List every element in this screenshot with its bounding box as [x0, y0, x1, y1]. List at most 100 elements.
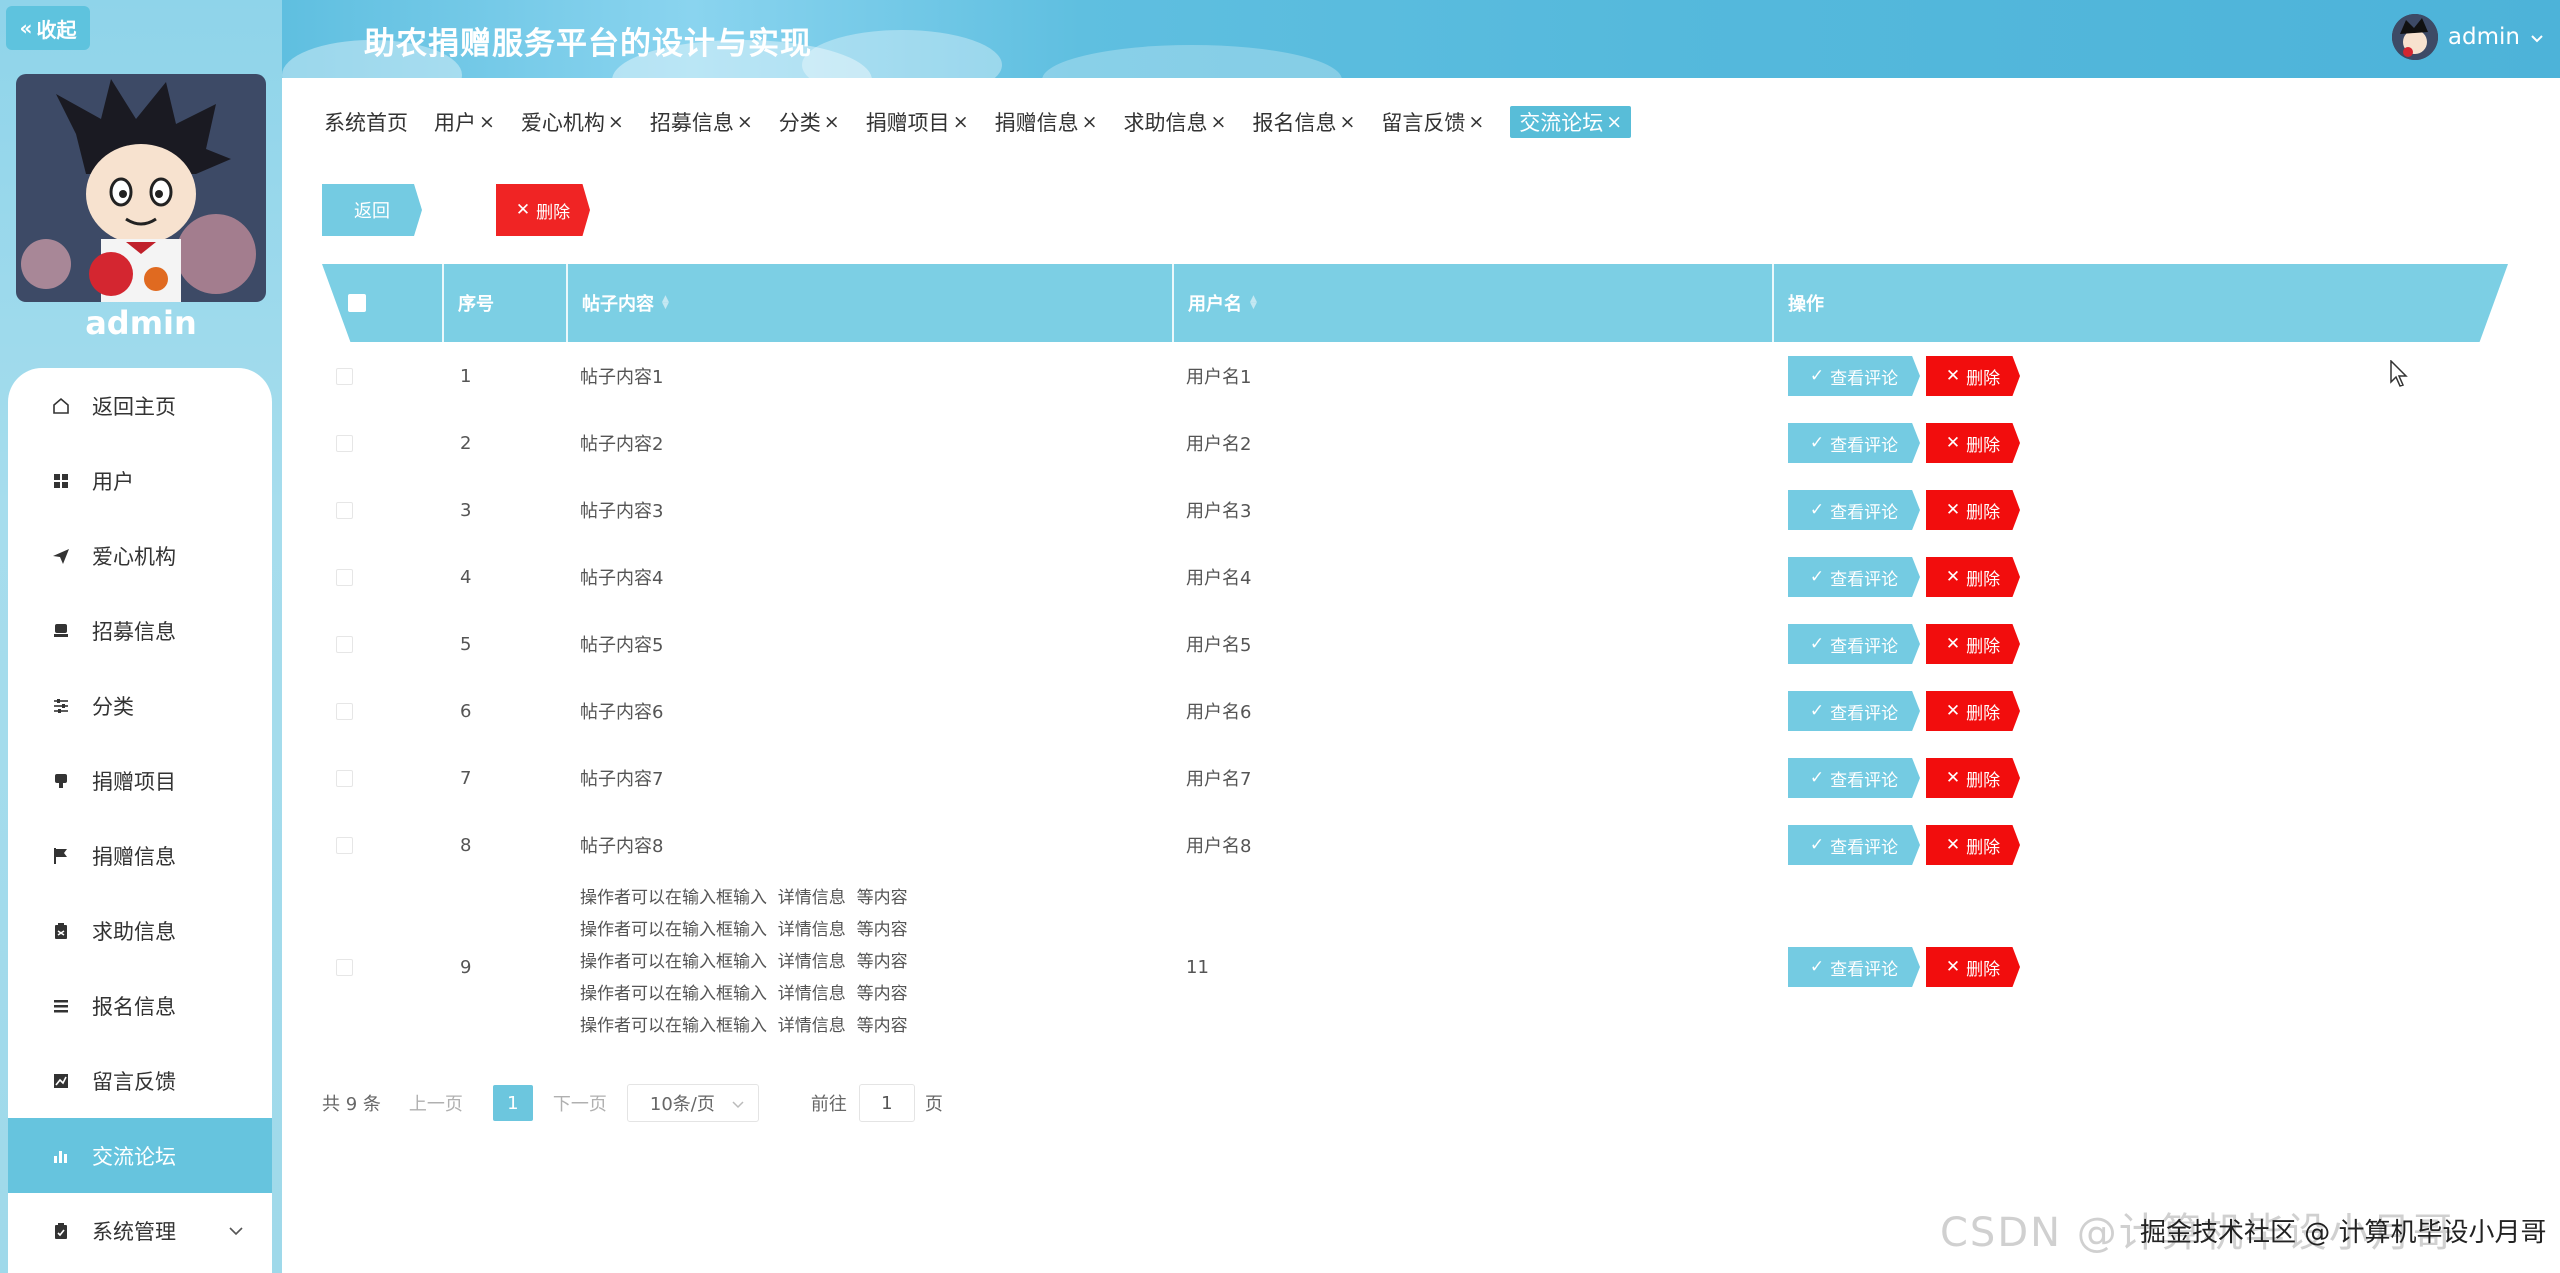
delete-button[interactable]: ✕ 删除	[1926, 947, 2020, 987]
row-checkbox[interactable]	[336, 959, 353, 976]
delete-button[interactable]: ✕ 删除	[1926, 624, 2020, 664]
row-checkbox[interactable]	[336, 636, 353, 653]
check-icon: ✓	[1809, 768, 1825, 788]
sidebar-item-label: 用户	[92, 469, 134, 494]
next-page-button[interactable]: 下一页	[553, 1090, 607, 1116]
close-icon[interactable]: ×	[1211, 111, 1227, 133]
view-comments-button[interactable]: ✓ 查看评论	[1788, 825, 1920, 865]
cell-content: 帖子内容2	[580, 434, 664, 455]
table-row: 4 帖子内容4 用户名4 ✓ 查看评论 ✕ 删除	[322, 547, 2508, 607]
sidebar-item-donation-projects[interactable]: 捐赠项目	[8, 743, 272, 818]
column-label: 序号	[458, 294, 494, 315]
select-all-checkbox[interactable]	[348, 294, 366, 312]
view-comments-label: 查看评论	[1830, 703, 1899, 724]
tab-signups[interactable]: 报名信息 ×	[1252, 106, 1355, 138]
sidebar-item-feedback[interactable]: 留言反馈	[8, 1043, 272, 1118]
page-number-button[interactable]: 1	[492, 1085, 533, 1121]
delete-button[interactable]: ✕ 删除	[1926, 356, 2020, 396]
close-icon[interactable]: ×	[1339, 111, 1355, 133]
row-checkbox[interactable]	[336, 569, 353, 586]
close-icon[interactable]: ×	[479, 111, 495, 133]
batch-delete-button[interactable]: ✕ 删除	[496, 184, 590, 236]
view-comments-button[interactable]: ✓ 查看评论	[1788, 356, 1920, 396]
delete-button[interactable]: ✕ 删除	[1926, 490, 2020, 530]
delete-label: 删除	[1966, 435, 2001, 456]
tab-donation-info[interactable]: 捐赠信息 ×	[995, 106, 1098, 138]
view-comments-button[interactable]: ✓ 查看评论	[1788, 624, 1920, 664]
sidebar-item-label: 招募信息	[92, 619, 176, 644]
close-icon: ✕	[1945, 634, 1961, 654]
view-comments-label: 查看评论	[1830, 959, 1899, 980]
cell-index: 7	[460, 767, 472, 789]
row-checkbox[interactable]	[336, 837, 353, 854]
send-icon	[52, 547, 70, 565]
delete-button[interactable]: ✕ 删除	[1926, 758, 2020, 798]
delete-button-label: 删除	[536, 202, 571, 223]
close-icon[interactable]: ×	[737, 111, 753, 133]
goto-page-input[interactable]	[858, 1084, 915, 1122]
sidebar-item-label: 报名信息	[92, 994, 176, 1019]
close-icon[interactable]: ×	[824, 111, 840, 133]
sidebar-item-help-info[interactable]: 求助信息	[8, 893, 272, 968]
page-size-select[interactable]: 10条/页	[626, 1084, 759, 1122]
tab-forum[interactable]: 交流论坛 ×	[1510, 106, 1632, 138]
sidebar-item-recruitment[interactable]: 招募信息	[8, 593, 272, 668]
close-icon: ✕	[1945, 433, 1961, 453]
view-comments-button[interactable]: ✓ 查看评论	[1788, 691, 1920, 731]
tab-feedback[interactable]: 留言反馈 ×	[1381, 106, 1484, 138]
table-row: 1 帖子内容1 用户名1 ✓ 查看评论 ✕ 删除	[322, 346, 2508, 406]
view-comments-button[interactable]: ✓ 查看评论	[1788, 947, 1920, 987]
view-comments-button[interactable]: ✓ 查看评论	[1788, 490, 1920, 530]
row-checkbox[interactable]	[336, 502, 353, 519]
goto-label: 前往	[810, 1094, 847, 1115]
row-checkbox[interactable]	[336, 368, 353, 385]
close-icon[interactable]: ×	[1468, 111, 1484, 133]
column-header-username[interactable]: 用户名 ▲ ▼	[1174, 264, 1774, 342]
tab-recruitment[interactable]: 招募信息 ×	[650, 106, 753, 138]
pagination-total: 共 9 条	[322, 1094, 381, 1115]
tab-organizations[interactable]: 爱心机构 ×	[521, 106, 624, 138]
sidebar-item-organizations[interactable]: 爱心机构	[8, 518, 272, 593]
view-comments-label: 查看评论	[1830, 368, 1899, 389]
cell-content: 帖子内容4	[580, 568, 664, 589]
back-button[interactable]: 返回	[322, 184, 422, 236]
tab-donation-projects[interactable]: 捐赠项目 ×	[866, 106, 969, 138]
header-cloud-decoration	[802, 30, 1002, 78]
sort-icon[interactable]: ▲ ▼	[662, 295, 669, 311]
delete-button[interactable]: ✕ 删除	[1926, 423, 2020, 463]
clipboard-check-icon	[52, 1222, 70, 1240]
close-icon[interactable]: ×	[1082, 111, 1098, 133]
delete-button[interactable]: ✕ 删除	[1926, 825, 2020, 865]
sidebar-item-signups[interactable]: 报名信息	[8, 968, 272, 1043]
collapse-button[interactable]: « 收起	[6, 6, 90, 50]
column-header-content[interactable]: 帖子内容 ▲ ▼	[568, 264, 1168, 342]
view-comments-button[interactable]: ✓ 查看评论	[1788, 423, 1920, 463]
delete-button[interactable]: ✕ 删除	[1926, 691, 2020, 731]
row-checkbox[interactable]	[336, 703, 353, 720]
tab-help-info[interactable]: 求助信息 ×	[1124, 106, 1227, 138]
close-icon[interactable]: ×	[1606, 111, 1622, 133]
sidebar-item-users[interactable]: 用户	[8, 443, 272, 518]
row-checkbox[interactable]	[336, 435, 353, 452]
close-icon[interactable]: ×	[953, 111, 969, 133]
close-icon[interactable]: ×	[608, 111, 624, 133]
cell-username: 用户名3	[1186, 501, 1252, 522]
view-comments-button[interactable]: ✓ 查看评论	[1788, 758, 1920, 798]
prev-page-button[interactable]: 上一页	[409, 1090, 463, 1116]
tab-users[interactable]: 用户 ×	[434, 106, 495, 138]
sort-icon[interactable]: ▲ ▼	[1250, 295, 1257, 311]
tab-home[interactable]: 系统首页	[324, 106, 408, 138]
tab-label: 报名信息	[1252, 111, 1337, 135]
delete-button[interactable]: ✕ 删除	[1926, 557, 2020, 597]
user-menu[interactable]: admin	[2391, 14, 2544, 60]
row-checkbox[interactable]	[336, 770, 353, 787]
sidebar-item-forum[interactable]: 交流论坛	[8, 1118, 272, 1193]
sidebar-item-donation-info[interactable]: 捐赠信息	[8, 818, 272, 893]
table-row: 5 帖子内容5 用户名5 ✓ 查看评论 ✕ 删除	[322, 614, 2508, 674]
view-comments-label: 查看评论	[1830, 770, 1899, 791]
view-comments-button[interactable]: ✓ 查看评论	[1788, 557, 1920, 597]
tab-category[interactable]: 分类 ×	[779, 106, 840, 138]
sidebar-item-system[interactable]: 系统管理	[8, 1193, 272, 1268]
sidebar-item-category[interactable]: 分类	[8, 668, 272, 743]
sidebar-item-home[interactable]: 返回主页	[8, 368, 272, 443]
